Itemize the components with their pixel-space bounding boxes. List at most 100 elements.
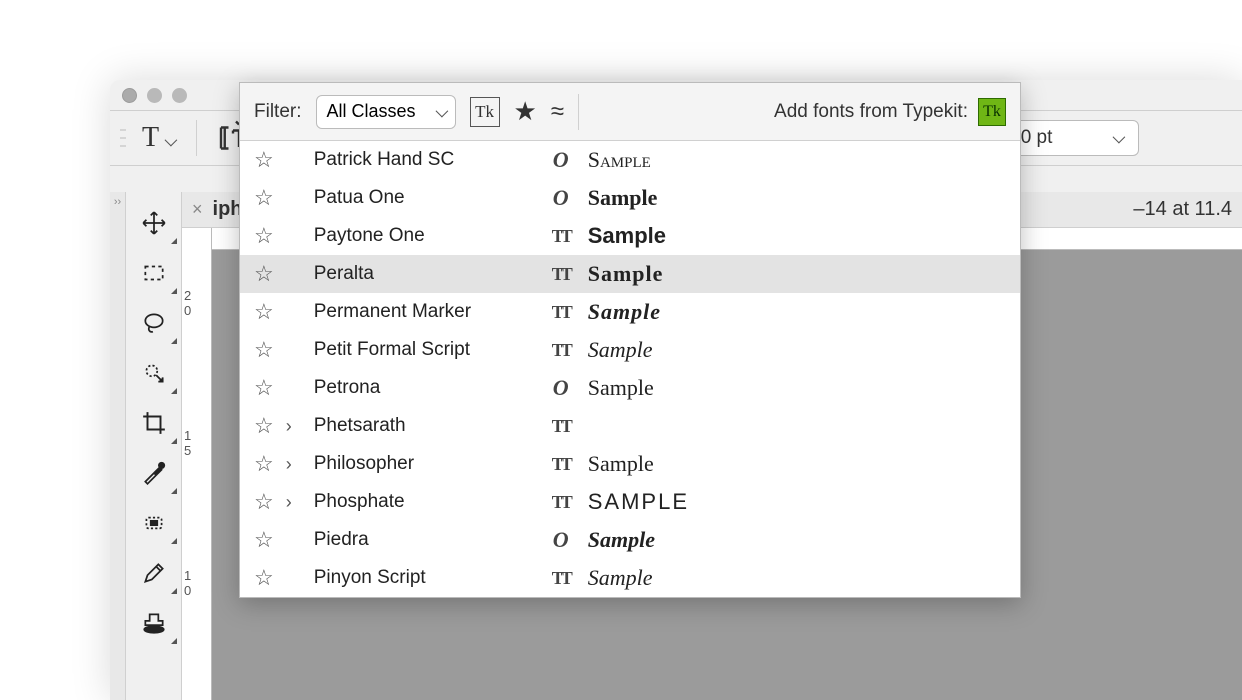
font-name: Petrona: [314, 377, 534, 399]
add-typekit-fonts: Add fonts from Typekit: Tk: [774, 98, 1006, 126]
font-sample: Sample: [588, 565, 653, 591]
type-tool-indicator[interactable]: T: [138, 122, 178, 154]
filter-label: Filter:: [254, 101, 302, 123]
font-row[interactable]: ☆ Paytone One TT Sample: [240, 217, 1020, 255]
font-row[interactable]: ☆ › Philosopher TT Sample: [240, 445, 1020, 483]
truetype-icon: TT: [546, 264, 576, 285]
font-row[interactable]: ☆ Petrona O Sample: [240, 369, 1020, 407]
divider: [196, 120, 197, 156]
crop-tool[interactable]: [126, 398, 181, 448]
opentype-icon: O: [546, 147, 576, 173]
toolbox: [126, 192, 182, 700]
favorite-star-icon[interactable]: ☆: [254, 375, 274, 401]
ruler-label: 1: [182, 428, 211, 443]
font-list[interactable]: ☆Patrick Hand SCOSample☆Patua OneOSample…: [240, 141, 1020, 597]
expand-arrow-icon[interactable]: ›: [286, 454, 302, 475]
font-name: Patrick Hand SC: [314, 149, 534, 171]
truetype-icon: TT: [546, 416, 576, 437]
font-name: Peralta: [314, 263, 534, 285]
font-row[interactable]: ☆ Petit Formal Script TT Sample: [240, 331, 1020, 369]
panel-collapse-gutter[interactable]: ››: [110, 192, 126, 700]
eyedropper-tool[interactable]: [126, 448, 181, 498]
type-icon: T: [142, 122, 159, 154]
marquee-tool[interactable]: [126, 248, 181, 298]
font-name: Paytone One: [314, 225, 534, 247]
ruler-label: 0: [182, 303, 211, 318]
font-sample: SAMPLE: [588, 489, 689, 515]
typekit-badge-button[interactable]: Tk: [978, 98, 1006, 126]
favorite-star-icon[interactable]: ☆: [254, 223, 274, 249]
font-name: Pinyon Script: [314, 567, 534, 589]
font-row[interactable]: ☆ Peralta TT Sample: [240, 255, 1020, 293]
font-row[interactable]: ☆ › Phosphate TT SAMPLE: [240, 483, 1020, 521]
font-sample: Sample: [588, 337, 653, 363]
move-tool[interactable]: [126, 198, 181, 248]
truetype-icon: TT: [546, 454, 576, 475]
chevron-down-icon: [436, 101, 445, 122]
favorite-star-icon[interactable]: ☆: [254, 489, 274, 515]
favorite-star-icon[interactable]: ☆: [254, 147, 274, 173]
font-name: Petit Formal Script: [314, 339, 534, 361]
close-icon[interactable]: [122, 88, 137, 103]
truetype-icon: TT: [546, 340, 576, 361]
font-sample: Sample: [588, 147, 651, 173]
truetype-icon: TT: [546, 302, 576, 323]
ruler-label: 5: [182, 443, 211, 458]
font-dropdown-panel: Filter: All Classes Tk ★ ≈ Add fonts fro…: [239, 82, 1021, 598]
opentype-icon: O: [546, 527, 576, 553]
font-row[interactable]: ☆Patua OneOSample: [240, 179, 1020, 217]
favorite-star-icon[interactable]: ☆: [254, 413, 274, 439]
expand-arrow-icon[interactable]: ›: [286, 416, 302, 437]
font-sample: Sample: [588, 185, 658, 211]
font-sample: Sample: [588, 527, 655, 553]
typekit-filter-button[interactable]: Tk: [470, 97, 500, 127]
font-panel-header: Filter: All Classes Tk ★ ≈ Add fonts fro…: [240, 83, 1020, 141]
font-sample: Sample: [588, 299, 661, 325]
clone-stamp-tool[interactable]: [126, 598, 181, 648]
font-class-select[interactable]: All Classes: [316, 95, 456, 129]
font-name: Piedra: [314, 529, 534, 551]
favorites-filter-button[interactable]: ★: [514, 96, 537, 127]
truetype-icon: TT: [546, 492, 576, 513]
favorite-star-icon[interactable]: ☆: [254, 299, 274, 325]
font-name: Permanent Marker: [314, 301, 534, 323]
favorite-star-icon[interactable]: ☆: [254, 565, 274, 591]
ruler-label: 2: [182, 288, 211, 303]
font-row[interactable]: ☆ Permanent Marker TT Sample: [240, 293, 1020, 331]
font-sample: Sample: [588, 223, 666, 249]
chevron-down-icon: [165, 122, 174, 154]
ruler-label: 0: [182, 583, 211, 598]
font-class-value: All Classes: [327, 101, 416, 122]
font-sample: Sample: [588, 375, 654, 401]
font-row[interactable]: ☆ Piedra O Sample: [240, 521, 1020, 559]
minimize-icon[interactable]: [147, 88, 162, 103]
lasso-tool[interactable]: [126, 298, 181, 348]
font-name: Philosopher: [314, 453, 534, 475]
truetype-icon: TT: [546, 226, 576, 247]
font-name: Phosphate: [314, 491, 534, 513]
grip-handle[interactable]: [120, 126, 126, 150]
font-sample: Sample: [588, 261, 664, 287]
truetype-icon: TT: [546, 568, 576, 589]
font-sample: Sample: [588, 451, 654, 477]
similar-fonts-button[interactable]: ≈: [551, 98, 564, 126]
favorite-star-icon[interactable]: ☆: [254, 527, 274, 553]
healing-brush-tool[interactable]: [126, 498, 181, 548]
favorite-star-icon[interactable]: ☆: [254, 337, 274, 363]
opentype-icon: O: [546, 375, 576, 401]
favorite-star-icon[interactable]: ☆: [254, 185, 274, 211]
font-row[interactable]: ☆ Pinyon Script TT Sample: [240, 559, 1020, 597]
expand-arrow-icon[interactable]: ›: [286, 492, 302, 513]
maximize-icon[interactable]: [172, 88, 187, 103]
favorite-star-icon[interactable]: ☆: [254, 451, 274, 477]
font-row[interactable]: ☆›PhetsarathTT: [240, 407, 1020, 445]
chevron-down-icon: [1113, 127, 1122, 149]
ruler-label: 1: [182, 568, 211, 583]
typekit-label: Add fonts from Typekit:: [774, 101, 968, 123]
opentype-icon: O: [546, 185, 576, 211]
vertical-ruler[interactable]: 2 0 1 5 1 0: [182, 228, 212, 700]
favorite-star-icon[interactable]: ☆: [254, 261, 274, 287]
quick-selection-tool[interactable]: [126, 348, 181, 398]
font-row[interactable]: ☆ Patrick Hand SC O Sample: [240, 141, 1020, 179]
pencil-tool[interactable]: [126, 548, 181, 598]
